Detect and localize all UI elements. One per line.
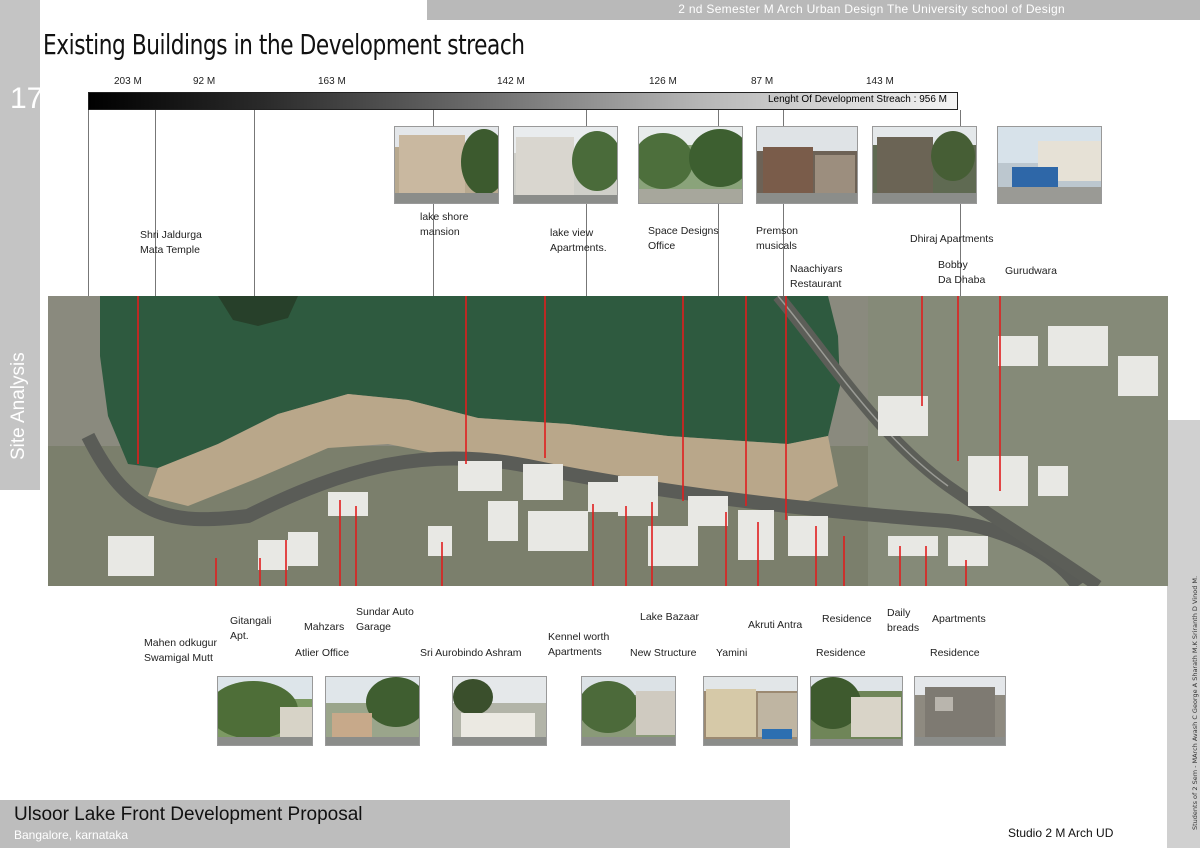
length-gradient-bar: Lenght Of Development Streach : 956 M bbox=[88, 92, 958, 110]
distance-label: 163 M bbox=[318, 76, 346, 87]
total-length-label: Lenght Of Development Streach : 956 M bbox=[768, 94, 947, 105]
building-label: Premson musicals bbox=[756, 225, 799, 252]
building-label: Shri Jaldurga Mata Temple bbox=[140, 229, 202, 256]
building-label: Atlier Office bbox=[295, 647, 350, 659]
building-label: lake view Apartments. bbox=[550, 227, 607, 254]
building-label: lake shore mansion bbox=[420, 211, 469, 238]
building-photo bbox=[997, 126, 1102, 204]
building-label: Mahen odkugur Swamigal Mutt bbox=[144, 637, 217, 664]
distance-label: 126 M bbox=[649, 76, 677, 87]
building-photo bbox=[217, 676, 313, 746]
building-label: Residence bbox=[930, 647, 980, 659]
building-label: Kennel worth Apartments bbox=[548, 631, 610, 658]
distance-label: 142 M bbox=[497, 76, 525, 87]
page-number: 17 bbox=[10, 82, 44, 115]
building-label: Bobby Da Dhaba bbox=[938, 259, 986, 286]
building-photo bbox=[394, 126, 499, 204]
building-label: Gitangali Apt. bbox=[230, 615, 272, 642]
studio-label: Studio 2 M Arch UD bbox=[1008, 826, 1114, 840]
left-sidebar: 17 Site Analysis bbox=[0, 0, 44, 490]
project-location: Bangalore, karnataka bbox=[14, 828, 129, 842]
building-photo bbox=[638, 126, 743, 204]
building-photo bbox=[325, 676, 420, 746]
distance-label: 143 M bbox=[866, 76, 894, 87]
building-photo bbox=[703, 676, 798, 746]
building-label: Yamini bbox=[716, 647, 748, 659]
distance-label: 92 M bbox=[193, 76, 216, 87]
building-label: Sri Aurobindo Ashram bbox=[420, 647, 522, 659]
page-title: Existing Buildings in the Development st… bbox=[43, 28, 525, 61]
building-photo bbox=[513, 126, 618, 204]
project-title: Ulsoor Lake Front Development Proposal bbox=[14, 804, 363, 825]
building-label: Mahzars bbox=[304, 621, 345, 633]
building-label: Naachiyars Restaurant bbox=[790, 263, 843, 290]
segment-divider bbox=[254, 110, 255, 296]
building-label: Sundar Auto Garage bbox=[356, 606, 414, 633]
building-photo bbox=[872, 126, 977, 204]
student-credits: Students of 2 Sem - MArch Avash C George… bbox=[1191, 575, 1199, 830]
aerial-map-svg bbox=[48, 296, 1168, 586]
side-label: Site Analysis bbox=[8, 352, 29, 460]
distance-label: 203 M bbox=[114, 76, 142, 87]
header-band: 2 nd Semester M Arch Urban Design The Un… bbox=[427, 0, 1200, 20]
segment-divider bbox=[155, 110, 156, 296]
building-photo bbox=[810, 676, 903, 746]
building-label: Residence bbox=[822, 613, 872, 625]
semester-line: 2 nd Semester M Arch Urban Design The Un… bbox=[678, 2, 1065, 16]
building-label: Lake Bazaar bbox=[640, 611, 699, 623]
segment-divider bbox=[88, 110, 89, 296]
site-aerial-map bbox=[48, 296, 1168, 586]
building-photo bbox=[452, 676, 547, 746]
side-label-wrap: Site Analysis bbox=[2, 330, 38, 460]
building-label: Dhiraj Apartments bbox=[910, 233, 994, 245]
building-label: Apartments bbox=[932, 613, 986, 625]
building-photo bbox=[581, 676, 676, 746]
building-photo bbox=[756, 126, 858, 204]
building-label: Daily breads bbox=[887, 607, 920, 634]
building-label: Akruti Antra bbox=[748, 619, 803, 631]
right-credits-bar: Students of 2 Sem - MArch Avash C George… bbox=[1167, 420, 1200, 848]
building-label: Residence bbox=[816, 647, 866, 659]
building-photo bbox=[914, 676, 1006, 746]
building-label: Space Designs Office bbox=[648, 225, 719, 252]
building-label: Gurudwara bbox=[1005, 265, 1057, 277]
building-label: New Structure bbox=[630, 647, 697, 659]
distance-label: 87 M bbox=[751, 76, 774, 87]
